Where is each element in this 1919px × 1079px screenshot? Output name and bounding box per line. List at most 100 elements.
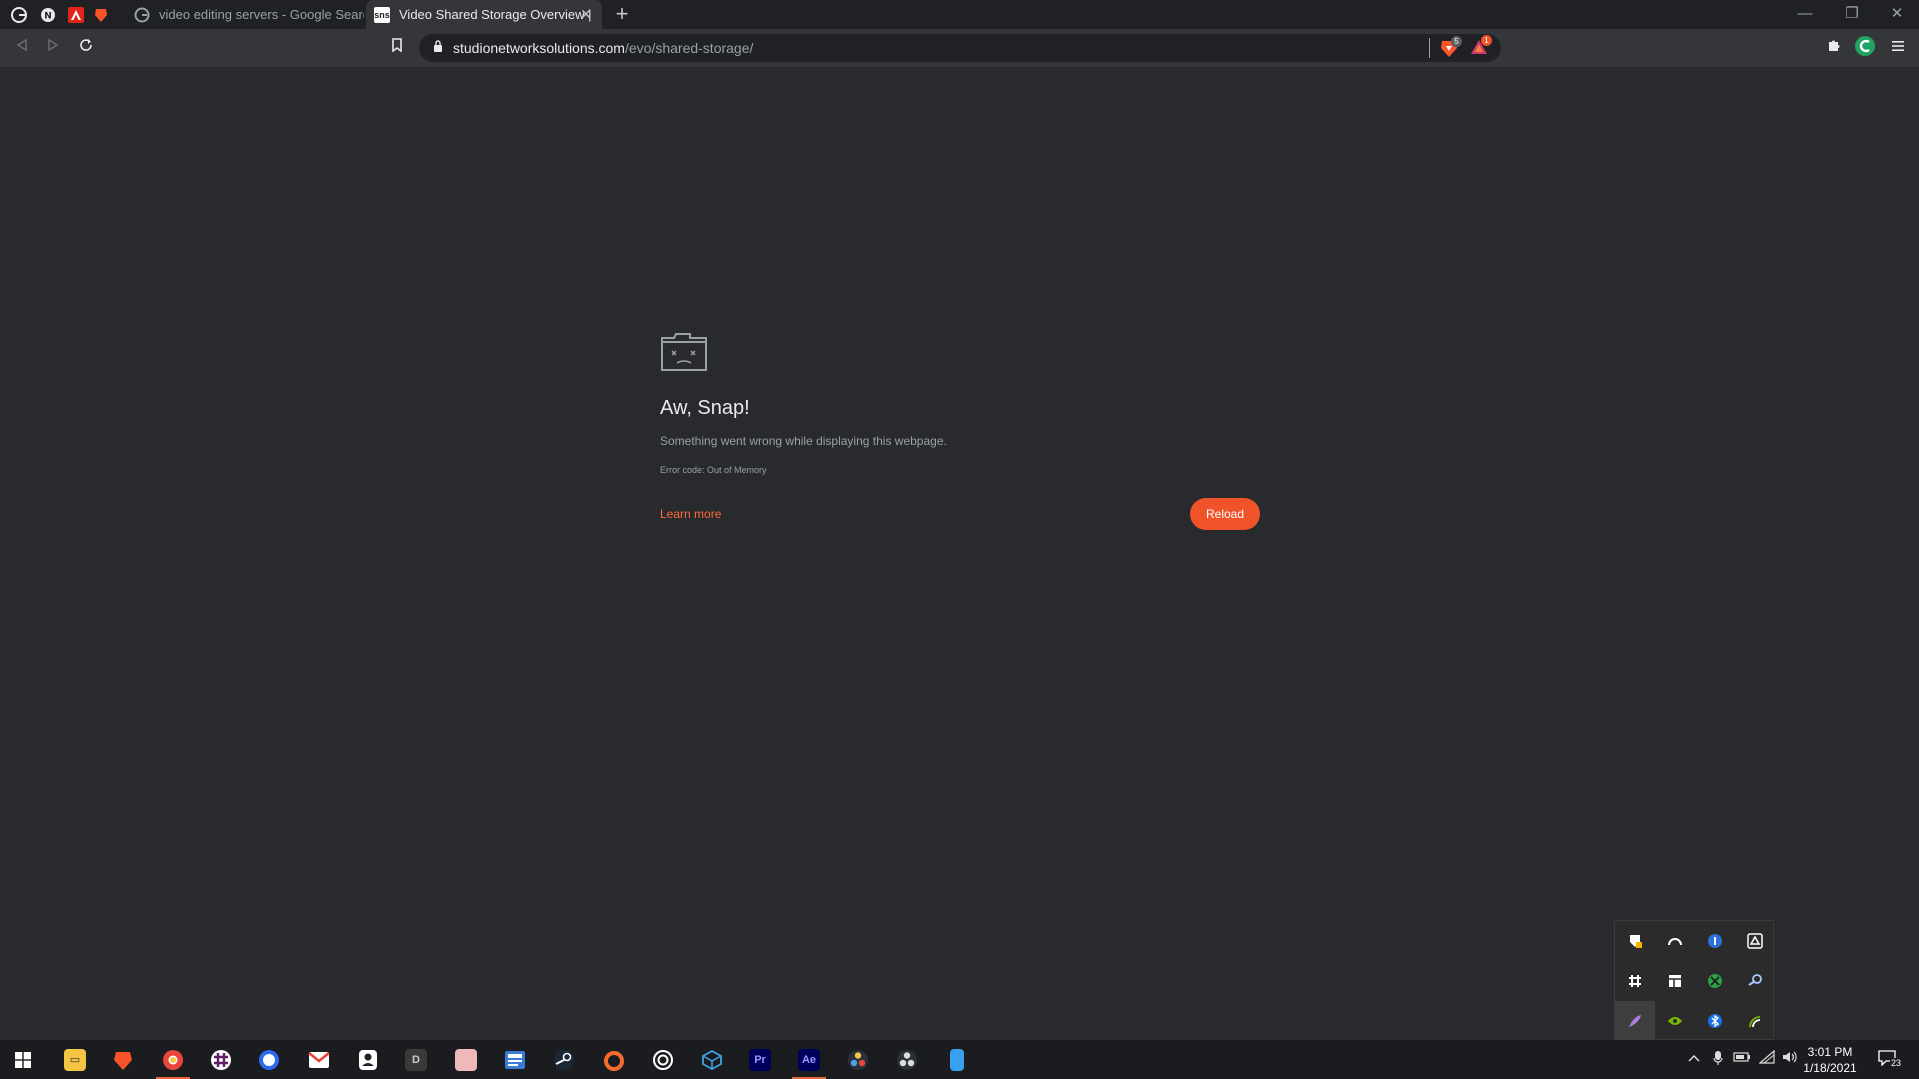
taskbar-davinci-2[interactable]: [884, 1040, 930, 1079]
origin-icon: [604, 1050, 624, 1071]
lock-icon: [434, 40, 442, 52]
pinned-tab-notion[interactable]: N: [37, 4, 59, 26]
google-icon: [11, 7, 27, 23]
battery-icon: [1733, 1052, 1750, 1062]
menu-button[interactable]: [1886, 36, 1910, 60]
learn-more-link[interactable]: Learn more: [660, 507, 721, 521]
tray-defender-icon[interactable]: [1615, 921, 1655, 961]
tab-title: Video Shared Storage Overview |: [399, 7, 592, 22]
tray-overflow-popup: [1614, 920, 1775, 1041]
profile-button[interactable]: [1853, 36, 1877, 60]
tray-steam-icon[interactable]: [1735, 961, 1775, 1001]
restore-button[interactable]: ❐: [1840, 2, 1864, 26]
new-tab-button[interactable]: +: [610, 2, 634, 26]
contacts-icon: [359, 1049, 377, 1070]
battery-button[interactable]: [1732, 1050, 1752, 1065]
extensions-button[interactable]: [1822, 36, 1846, 60]
forward-button[interactable]: [41, 36, 65, 60]
minimize-button[interactable]: —: [1793, 2, 1817, 26]
taskbar-clock[interactable]: 3:01 PM 1/18/2021: [1790, 1044, 1870, 1076]
image-app-icon: [455, 1048, 477, 1071]
tab-video-shared-storage[interactable]: sns Video Shared Storage Overview | ✕: [366, 0, 602, 29]
microphone-button[interactable]: [1708, 1050, 1728, 1069]
network-button[interactable]: [1757, 1049, 1777, 1067]
brave-icon: [95, 9, 107, 22]
tray-xbox-icon[interactable]: [1695, 961, 1735, 1001]
clock-time: 3:01 PM: [1807, 1045, 1853, 1059]
reload-toolbar-button[interactable]: [74, 36, 98, 60]
taskbar-contacts[interactable]: [345, 1040, 391, 1079]
taskbar-origin[interactable]: [591, 1040, 637, 1079]
tray-1password-icon[interactable]: [1695, 921, 1735, 961]
tray-layout-icon[interactable]: [1655, 961, 1695, 1001]
wifi-icon: [1758, 1049, 1775, 1064]
back-button[interactable]: [10, 36, 34, 60]
tray-bluetooth-icon[interactable]: [1695, 1001, 1735, 1041]
brave-rewards-button[interactable]: 1: [1470, 35, 1492, 58]
back-icon: [16, 38, 27, 52]
tray-slack-icon[interactable]: [1615, 961, 1655, 1001]
folder-icon: ▭: [64, 1048, 86, 1071]
gmail-icon: [308, 1051, 330, 1068]
address-bar[interactable]: studionetworksolutions.com/evo/shared-st…: [419, 34, 1501, 62]
windows-icon: [15, 1051, 31, 1068]
close-window-button[interactable]: ✕: [1885, 2, 1909, 26]
steam-icon: [554, 1049, 574, 1070]
brave-icon: [114, 1051, 132, 1070]
taskbar-gmail[interactable]: [296, 1040, 342, 1079]
tray-network-app-icon[interactable]: [1735, 1001, 1775, 1041]
omnibox-separator: [1429, 38, 1430, 58]
close-tab-icon[interactable]: ✕: [578, 6, 594, 22]
taskbar-chrome[interactable]: [150, 1040, 196, 1079]
taskbar-uplay[interactable]: [640, 1040, 686, 1079]
taskbar-blender[interactable]: [689, 1040, 735, 1079]
bookmark-button[interactable]: [385, 36, 409, 60]
url-path: /evo/shared-storage/: [624, 40, 754, 56]
chrome-icon: [163, 1049, 183, 1070]
brave-shields-button[interactable]: 5: [1440, 36, 1462, 58]
taskbar: ▭ D Pr Ae 3:01 PM 1/18/2021 23: [0, 1040, 1919, 1079]
taskbar-after-effects[interactable]: Ae: [786, 1040, 832, 1079]
puzzle-icon: [1829, 40, 1840, 51]
taskbar-news[interactable]: [492, 1040, 538, 1079]
action-center-button[interactable]: 23: [1878, 1048, 1904, 1070]
show-hidden-icons-button[interactable]: [1684, 1050, 1704, 1065]
forward-icon: [48, 38, 59, 52]
tray-google-drive-icon[interactable]: [1735, 921, 1775, 961]
taskbar-signal[interactable]: [246, 1040, 292, 1079]
tray-arc-icon[interactable]: [1655, 921, 1695, 961]
taskbar-app-d[interactable]: D: [393, 1040, 439, 1079]
sns-favicon-icon: sns: [374, 6, 390, 23]
tray-nvidia-icon[interactable]: [1655, 1001, 1695, 1041]
uplay-icon: [653, 1049, 673, 1070]
pinned-tab-brave[interactable]: [90, 4, 112, 26]
taskbar-steam[interactable]: [541, 1040, 587, 1079]
avatar-icon: [1855, 36, 1875, 56]
error-code: Error code: Out of Memory: [660, 465, 767, 475]
taskbar-notepad[interactable]: [934, 1040, 980, 1079]
reload-button[interactable]: Reload: [1190, 498, 1260, 530]
rewards-badge: 1: [1481, 35, 1492, 46]
google-icon: [134, 7, 150, 23]
crash-title: Aw, Snap!: [660, 397, 750, 419]
cube-icon: [702, 1049, 722, 1070]
chevron-up-icon: [1688, 1054, 1700, 1062]
taskbar-davinci[interactable]: [835, 1040, 881, 1079]
taskbar-image-app[interactable]: [443, 1040, 489, 1079]
pinned-tab-adobe[interactable]: [65, 4, 87, 26]
start-button[interactable]: [0, 1040, 46, 1079]
bookmark-icon: [392, 38, 402, 53]
sad-tab-icon: [661, 333, 707, 371]
davinci-icon: [848, 1049, 868, 1070]
news-icon: [505, 1050, 525, 1069]
reload-icon: [80, 39, 92, 51]
taskbar-slack[interactable]: [198, 1040, 244, 1079]
pinned-tab-google[interactable]: [8, 4, 30, 26]
taskbar-brave[interactable]: [100, 1040, 146, 1079]
taskbar-file-explorer[interactable]: ▭: [52, 1040, 98, 1079]
tab-google-search[interactable]: video editing servers - Google Search: [130, 0, 364, 29]
tray-feather-icon[interactable]: [1615, 1001, 1655, 1041]
svg-text:N: N: [44, 12, 52, 22]
taskbar-premiere[interactable]: Pr: [737, 1040, 783, 1079]
tab-title: video editing servers - Google Search: [159, 7, 364, 22]
